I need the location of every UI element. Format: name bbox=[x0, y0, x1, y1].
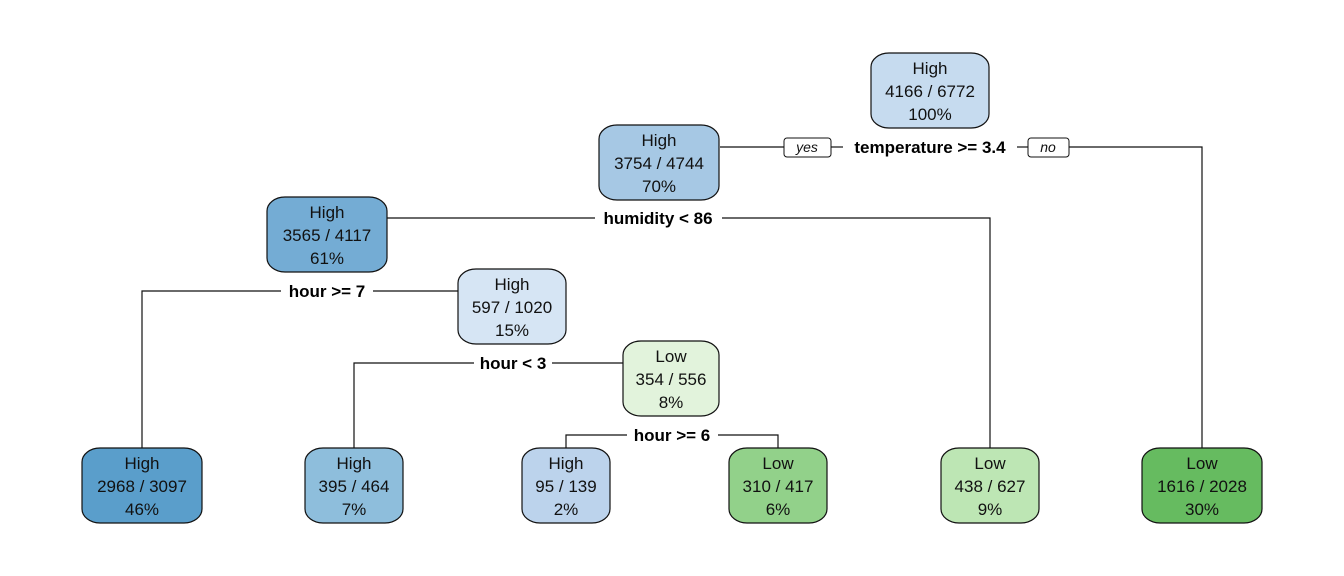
yes-label-box: yes bbox=[783, 137, 832, 158]
node-class: High bbox=[337, 454, 372, 473]
node-percent: 6% bbox=[766, 500, 791, 519]
yes-label: yes bbox=[795, 139, 818, 155]
node-class: Low bbox=[762, 454, 794, 473]
tree-node-l2: High 395 / 464 7% bbox=[304, 447, 404, 524]
node-percent: 30% bbox=[1185, 500, 1219, 519]
decision-tree-diagram: yes no temperature >= 3.4 humidity < 86 … bbox=[81, 52, 1263, 524]
split-hour-ge-6: hour >= 6 bbox=[634, 426, 711, 445]
node-percent: 46% bbox=[125, 500, 159, 519]
node-percent: 7% bbox=[342, 500, 367, 519]
tree-node-n4: High 597 / 1020 15% bbox=[457, 268, 567, 345]
split-humidity: humidity < 86 bbox=[603, 209, 712, 228]
node-percent: 100% bbox=[908, 105, 951, 124]
node-counts: 438 / 627 bbox=[955, 477, 1026, 496]
tree-node-l5: Low 438 / 627 9% bbox=[940, 447, 1040, 524]
tree-nodes: High4166 / 6772100%High3754 / 474470%Hig… bbox=[81, 52, 1263, 524]
node-percent: 15% bbox=[495, 321, 529, 340]
tree-node-l1: High 2968 / 3097 46% bbox=[81, 447, 203, 524]
node-class: High bbox=[310, 203, 345, 222]
no-label-box: no bbox=[1027, 137, 1070, 158]
split-temperature: temperature >= 3.4 bbox=[854, 138, 1006, 157]
node-class: Low bbox=[1186, 454, 1218, 473]
node-class: High bbox=[125, 454, 160, 473]
edge-hour3-left bbox=[353, 362, 474, 452]
split-hour-lt-3: hour < 3 bbox=[480, 354, 547, 373]
node-counts: 3754 / 4744 bbox=[614, 154, 704, 173]
node-counts: 4166 / 6772 bbox=[885, 82, 975, 101]
node-class: Low bbox=[974, 454, 1006, 473]
tree-node-l4: Low 310 / 417 6% bbox=[728, 447, 828, 524]
tree-node-n3: High 3565 / 4117 61% bbox=[266, 196, 388, 273]
node-percent: 2% bbox=[554, 500, 579, 519]
node-counts: 1616 / 2028 bbox=[1157, 477, 1247, 496]
tree-node-l3: High 95 / 139 2% bbox=[521, 447, 611, 524]
edge-root-no bbox=[1069, 146, 1203, 452]
node-percent: 8% bbox=[659, 393, 684, 412]
tree-node-n5: Low 354 / 556 8% bbox=[622, 340, 720, 417]
node-counts: 310 / 417 bbox=[743, 477, 814, 496]
node-class: High bbox=[495, 275, 530, 294]
node-percent: 70% bbox=[642, 177, 676, 196]
node-percent: 9% bbox=[978, 500, 1003, 519]
node-counts: 95 / 139 bbox=[535, 477, 596, 496]
tree-node-l6: Low 1616 / 2028 30% bbox=[1141, 447, 1263, 524]
node-class: High bbox=[549, 454, 584, 473]
edge-hour7-left bbox=[141, 290, 281, 452]
node-class: High bbox=[913, 59, 948, 78]
node-counts: 2968 / 3097 bbox=[97, 477, 187, 496]
node-counts: 597 / 1020 bbox=[472, 298, 552, 317]
node-counts: 395 / 464 bbox=[319, 477, 390, 496]
node-class: High bbox=[642, 131, 677, 150]
node-percent: 61% bbox=[310, 249, 344, 268]
no-label: no bbox=[1040, 139, 1056, 155]
node-counts: 354 / 556 bbox=[636, 370, 707, 389]
node-class: Low bbox=[655, 347, 687, 366]
split-hour-ge-7: hour >= 7 bbox=[289, 282, 366, 301]
tree-node-n2: High 3754 / 4744 70% bbox=[598, 124, 720, 201]
node-counts: 3565 / 4117 bbox=[283, 226, 372, 245]
tree-node-n1: High 4166 / 6772 100% bbox=[870, 52, 990, 129]
edge-humidity-right bbox=[722, 217, 991, 452]
